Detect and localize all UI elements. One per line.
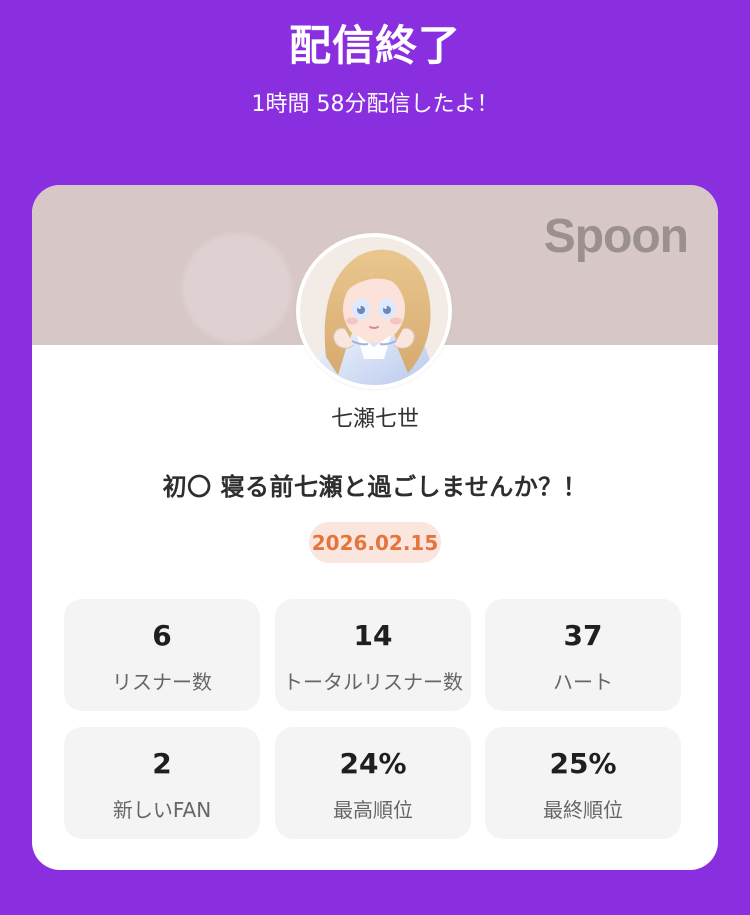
stat-value-listeners: 6 — [152, 619, 172, 652]
stat-card-highest-rank: 24% 最高順位 — [275, 727, 471, 839]
banner-decor — [182, 233, 292, 343]
stat-card-final-rank: 25% 最終順位 — [485, 727, 681, 839]
stat-value-total-listeners: 14 — [353, 619, 393, 652]
stat-card-total-listeners: 14 トータルリスナー数 — [275, 599, 471, 711]
stat-value-new-fans: 2 — [152, 747, 172, 780]
page-title: 配信終了 — [288, 21, 461, 70]
avatar — [296, 233, 452, 389]
stat-label-hearts: ハート — [553, 670, 613, 694]
stat-label-new-fans: 新しいFAN — [112, 798, 212, 822]
stat-card-new-fans: 2 新しいFAN — [64, 727, 260, 839]
stat-card-hearts: 37 ハート — [485, 599, 681, 711]
user-name: 七瀬七世 — [330, 407, 419, 432]
stat-label-total-listeners: トータルリスナー数 — [283, 670, 463, 694]
date-badge: 2026.02.15 — [309, 522, 441, 563]
spoon-logo: Spoon — [543, 210, 689, 263]
broadcast-duration: 1時間 58分配信したよ！ — [251, 92, 499, 117]
stat-label-highest-rank: 最高順位 — [333, 798, 413, 822]
stat-label-listeners: リスナー数 — [112, 670, 212, 694]
broadcast-summary-card: Spoon 七瀬七世 初〇 寝る前七瀬と過ごしませんか？！ 2026.02.15… — [32, 185, 718, 870]
stat-card-listeners: 6 リスナー数 — [64, 599, 260, 711]
stat-label-final-rank: 最終順位 — [543, 798, 623, 822]
stat-value-hearts: 37 — [563, 619, 603, 652]
stat-value-final-rank: 25% — [549, 747, 617, 780]
broadcast-title: 初〇 寝る前七瀬と過ごしませんか？！ — [162, 473, 588, 501]
stat-value-highest-rank: 24% — [339, 747, 407, 780]
avatar-image — [300, 237, 448, 385]
